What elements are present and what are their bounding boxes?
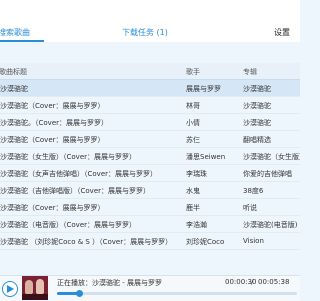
song-title: 沙漠骆驼。（Cover：展展与罗罗） [0, 119, 108, 127]
table-row[interactable]: 沙漠骆驼 （刘珍妮Coco & S ）（Cover：展展与罗罗） 刘珍妮Coco… [0, 233, 300, 250]
song-singer: 苏仨 [186, 136, 200, 144]
song-title: 沙漠骆驼（电音版）（Cover：展展与罗罗） [0, 221, 136, 229]
song-title: 沙漠骆驼 （刘珍妮Coco & S ）（Cover：展展与罗罗） [0, 238, 173, 246]
song-album: 沙漠骆驼(电音版) [243, 221, 298, 229]
table-row[interactable]: 沙漠骆驼（Cover：展展与罗罗） 鹿半 听说 [0, 199, 300, 216]
song-singer: 李浩瀚 [186, 221, 207, 229]
song-album: 沙漠骆驼 [243, 102, 271, 110]
top-tab-bar: 搜索歌曲 下载任务 (1) 设置 [0, 0, 300, 42]
table-row[interactable]: 沙漠骆驼 展展与罗罗 沙漠骆驼 [0, 80, 300, 97]
table-row[interactable]: 沙漠骆驼（电音版）（Cover：展展与罗罗） 李浩瀚 沙漠骆驼(电音版) [0, 216, 300, 233]
total-time: 00:05:38 [258, 278, 290, 286]
column-header-album[interactable]: 专辑 [243, 67, 257, 77]
table-row[interactable]: 沙漠骆驼（女生版）（Cover：展展与罗罗） 潘思Seiwen 沙漠骆驼（女生版… [0, 148, 300, 165]
table-row[interactable]: 沙漠骆驼（Cover：展展与罗罗） 苏仨 翻唱精选 [0, 131, 300, 148]
song-singer: 林哥 [186, 102, 200, 110]
album-cover-thumbnail [22, 276, 48, 300]
time-separator: / [251, 278, 254, 286]
play-button[interactable] [2, 281, 18, 297]
song-title: 沙漠骆驼（Cover：展展与罗罗） [0, 102, 105, 110]
now-playing-text: 正在播放：沙漠骆驼 - 展展与罗罗 [57, 279, 162, 287]
song-album: 沙漠骆驼 [243, 85, 271, 93]
song-album: 沙漠骆驼（女生版） [243, 153, 300, 161]
song-singer: 潘思Seiwen [186, 153, 226, 161]
table-row[interactable]: 沙漠骆驼。（Cover：展展与罗罗） 小倩 沙漠骆驼 [0, 114, 300, 131]
progress-handle[interactable] [75, 290, 83, 297]
song-album: 38度6 [243, 187, 264, 195]
song-album: 你爱的吉他弹唱 [243, 170, 292, 178]
table-row[interactable]: 沙漠骆驼（女声吉他弹唱）（Cover：展展与罗罗） 李瑞珠 你爱的吉他弹唱 [0, 165, 300, 182]
song-title: 沙漠骆驼（吉他弹唱版）（Cover：展展与罗罗） [0, 187, 150, 195]
song-singer: 刘珍妮Coco [186, 238, 225, 246]
table-row[interactable]: 沙漠骆驼（Cover：展展与罗罗） 林哥 沙漠骆驼 [0, 97, 300, 114]
search-bar: 沙漠骆驼 [0, 42, 300, 97]
tab-settings[interactable]: 设置 [274, 27, 290, 38]
song-singer: 小倩 [186, 119, 200, 127]
song-album: 沙漠骆驼 [243, 119, 271, 127]
song-title: 沙漠骆驼 [0, 85, 28, 93]
song-singer: 李瑞珠 [186, 170, 207, 178]
song-title: 沙漠骆驼（女声吉他弹唱）（Cover：展展与罗罗） [0, 170, 157, 178]
column-header-singer[interactable]: 歌手 [186, 67, 200, 77]
song-title: 沙漠骆驼（Cover：展展与罗罗） [0, 204, 105, 212]
progress-bar[interactable] [57, 290, 297, 297]
song-album: Vision [243, 237, 264, 245]
song-album: 听说 [243, 204, 257, 212]
song-list: 沙漠骆驼 展展与罗罗 沙漠骆驼 沙漠骆驼（Cover：展展与罗罗） 林哥 沙漠骆… [0, 80, 300, 275]
table-header: 歌曲标题 歌手 专辑 [0, 63, 300, 80]
play-icon [7, 285, 14, 293]
song-singer: 水鬼 [186, 187, 200, 195]
song-album: 翻唱精选 [243, 136, 271, 144]
tab-search-songs[interactable]: 搜索歌曲 [0, 27, 30, 38]
song-title: 沙漠骆驼（Cover：展展与罗罗） [0, 136, 105, 144]
column-header-title[interactable]: 歌曲标题 [0, 67, 27, 77]
tab-download-tasks[interactable]: 下载任务 (1) [122, 27, 168, 38]
table-row[interactable]: 沙漠骆驼（吉他弹唱版）（Cover：展展与罗罗） 水鬼 38度6 [0, 182, 300, 199]
song-singer: 展展与罗罗 [186, 85, 221, 93]
song-title: 沙漠骆驼（女生版）（Cover：展展与罗罗） [0, 153, 136, 161]
song-singer: 鹿半 [186, 204, 200, 212]
